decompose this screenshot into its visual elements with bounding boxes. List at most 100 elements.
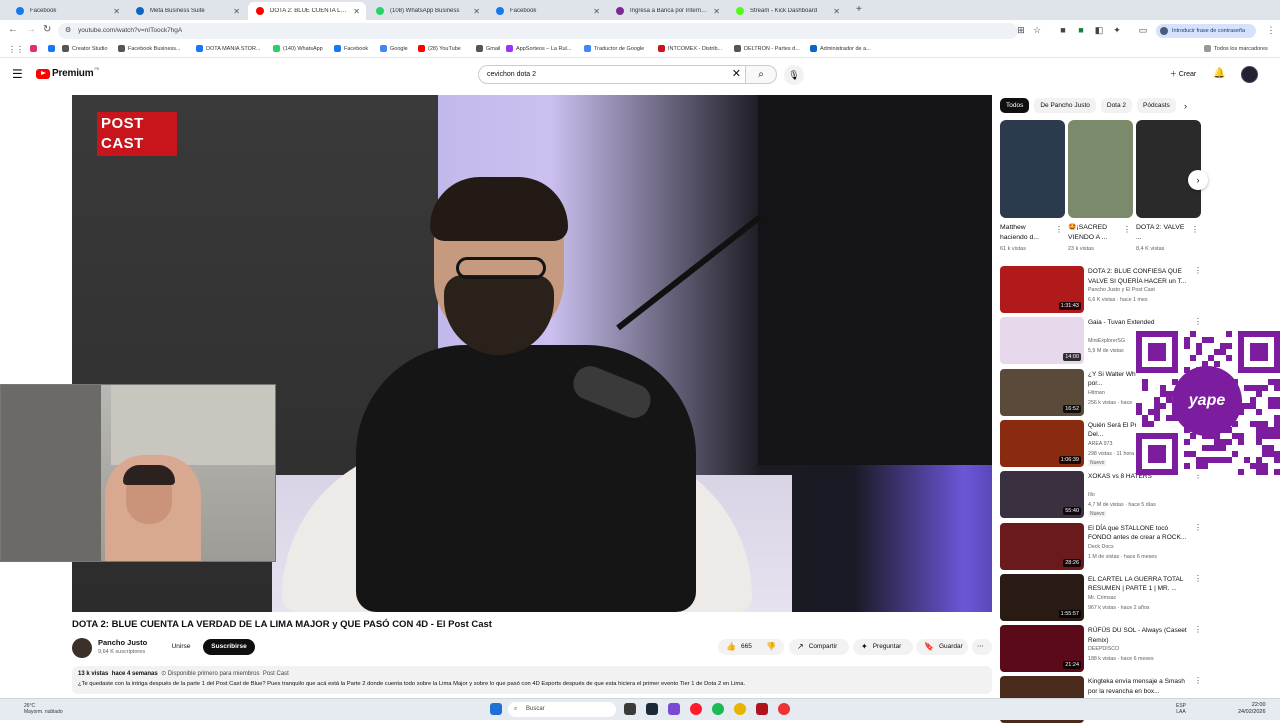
- more-actions-button[interactable]: ⋯: [972, 639, 992, 655]
- bookmark-item[interactable]: DELTRON - Partes d...: [734, 45, 800, 52]
- chrome-icon[interactable]: [734, 703, 746, 715]
- description-box[interactable]: 13 k vistas hace 4 semanas ⊙ Disponible …: [72, 666, 992, 694]
- rec-title[interactable]: Gaia - Tuvan Extended: [1088, 318, 1190, 328]
- opera-icon[interactable]: [690, 703, 702, 715]
- video-thumbnail[interactable]: 1:06:39: [1000, 419, 1084, 467]
- rec-channel[interactable]: Pancho Justo y El Post Cast: [1088, 287, 1155, 293]
- browser-tab[interactable]: (108) WhatsApp Business ✕: [368, 2, 486, 20]
- apps-grid-icon[interactable]: ⋮⋮: [8, 45, 24, 54]
- bookmark-item[interactable]: (140) WhatsApp: [273, 45, 323, 52]
- short-title[interactable]: Matthew haciendo d...: [1000, 223, 1054, 243]
- bookmark-item[interactable]: Creator Studio: [62, 45, 107, 52]
- short-more-icon[interactable]: ⋮: [1123, 225, 1131, 234]
- windows-start-icon[interactable]: [490, 703, 502, 715]
- bookmark-item[interactable]: Google: [380, 45, 408, 52]
- bookmark-star-icon[interactable]: ☆: [1032, 25, 1042, 35]
- reload-icon[interactable]: ↻: [43, 24, 51, 35]
- rec-title[interactable]: Kingteka envía mensaje a Smash por la re…: [1088, 677, 1190, 696]
- rec-channel[interactable]: Hitman: [1088, 390, 1105, 396]
- short-more-icon[interactable]: ⋮: [1191, 225, 1199, 234]
- weather-widget[interactable]: 26°C Mayorm. nublado: [24, 703, 63, 715]
- bookmark-item[interactable]: AppSorteos – La Rul...: [506, 45, 571, 52]
- video-thumbnail[interactable]: 28:26: [1000, 522, 1084, 570]
- save-button[interactable]: 🔖 Guardar: [916, 639, 968, 655]
- video-thumbnail[interactable]: 21:24: [1000, 625, 1084, 673]
- app-icon[interactable]: [756, 703, 768, 715]
- spotify-icon[interactable]: [712, 703, 724, 715]
- short-more-icon[interactable]: ⋮: [1055, 225, 1063, 234]
- all-bookmarks-link[interactable]: Todos los marcadores: [1204, 45, 1268, 52]
- extension-icon[interactable]: ◧: [1094, 25, 1104, 35]
- search-button[interactable]: ⌕: [745, 65, 777, 84]
- recommended-video[interactable]: 21:24 RÜFÜS DU SOL - Always (Caseet Remix…: [1000, 625, 1202, 673]
- menu-dots-icon[interactable]: ⋮: [1266, 25, 1276, 35]
- create-button[interactable]: ＋ Crear: [1162, 67, 1204, 83]
- bookmark-item[interactable]: DOTA MANIA STOR...: [196, 45, 261, 52]
- browser-tab[interactable]: Ingresa a Banca por Internet B... ✕: [608, 2, 726, 20]
- youtube-logo[interactable]: Premium PE: [36, 66, 100, 79]
- close-tab-icon[interactable]: ✕: [713, 7, 720, 16]
- recommended-video[interactable]: 28:26 El DÍA que STALLONE tocó FONDO ante…: [1000, 522, 1202, 571]
- chip-channel[interactable]: De Pancho Justo: [1034, 98, 1096, 113]
- new-tab-button[interactable]: +: [856, 4, 862, 15]
- video-thumbnail[interactable]: 55:40: [1000, 471, 1084, 519]
- bookmark-item[interactable]: INTCOMEX - Distrib...: [658, 45, 722, 52]
- url-field[interactable]: ⚙ youtube.com/watch?v=nIToock7hgA: [58, 23, 1018, 39]
- rec-channel[interactable]: Deck Docs: [1088, 544, 1114, 550]
- recommended-video[interactable]: 55:40 XOKAS vs 8 HATERS Illo 4,7 M de vista…: [1000, 471, 1202, 519]
- bookmark-item[interactable]: (28) YouTube: [418, 45, 461, 52]
- close-tab-icon[interactable]: ✕: [353, 7, 360, 16]
- install-app-icon[interactable]: ⊞: [1016, 25, 1026, 35]
- bookmark-item[interactable]: Facebook: [334, 45, 368, 52]
- rec-channel[interactable]: Illo: [1088, 492, 1095, 498]
- clear-search-icon[interactable]: ✕: [732, 66, 741, 83]
- recommended-video[interactable]: 1:31:43 DOTA 2: BLUE CONFIESA QUE VALVE S…: [1000, 266, 1202, 314]
- short-title[interactable]: 🤩¡SACRED VIENDO A ...: [1068, 223, 1122, 243]
- app-icon[interactable]: [668, 703, 680, 715]
- video-thumbnail[interactable]: 16:52: [1000, 368, 1084, 416]
- bookmark-item[interactable]: Facebook Business...: [118, 45, 181, 52]
- steam-icon[interactable]: [646, 703, 658, 715]
- join-button[interactable]: Unirse: [166, 639, 196, 655]
- chip-dota2[interactable]: Dota 2: [1100, 98, 1133, 113]
- rec-more-icon[interactable]: ⋮: [1194, 266, 1202, 275]
- notifications-bell-icon[interactable]: 🔔: [1213, 68, 1225, 79]
- search-input[interactable]: cevichon dota 2 ✕: [478, 65, 746, 84]
- share-button[interactable]: ↗ Compartir: [789, 639, 849, 655]
- rec-title[interactable]: DOTA 2: BLUE CONFIESA QUE VALVE SI QUERÍ…: [1088, 267, 1190, 286]
- rec-more-icon[interactable]: ⋮: [1194, 317, 1202, 326]
- video-thumbnail[interactable]: 14:00: [1000, 317, 1084, 365]
- app-icon[interactable]: [778, 703, 790, 715]
- rec-channel[interactable]: DEEPDISCO: [1088, 646, 1119, 652]
- browser-tab[interactable]: Facebook ✕: [8, 2, 126, 20]
- video-thumbnail[interactable]: 1:55:57: [1000, 573, 1084, 621]
- taskbar-search[interactable]: ⌕ Buscar: [508, 702, 616, 717]
- browser-tab[interactable]: DOTA 2: BLUE CUENTA LA V... ✕: [248, 2, 366, 20]
- rec-channel[interactable]: AREA 973: [1088, 441, 1112, 447]
- forward-icon[interactable]: →: [26, 24, 36, 35]
- short-title[interactable]: DOTA 2: VALVE ...: [1136, 223, 1190, 243]
- subscribe-button[interactable]: Suscribirse: [203, 639, 255, 655]
- bookmark-item[interactable]: Administrador de a...: [810, 45, 871, 52]
- short-thumbnail[interactable]: [1068, 120, 1133, 218]
- short-thumbnail[interactable]: [1136, 120, 1201, 218]
- browser-tab[interactable]: Meta Business Suite ✕: [128, 2, 246, 20]
- video-thumbnail[interactable]: 1:31:43: [1000, 266, 1084, 313]
- close-tab-icon[interactable]: ✕: [833, 7, 840, 16]
- rec-more-icon[interactable]: ⋮: [1194, 676, 1202, 685]
- rec-title[interactable]: RÜFÜS DU SOL - Always (Caseet Remix): [1088, 626, 1190, 645]
- task-view-icon[interactable]: [624, 703, 636, 715]
- channel-avatar[interactable]: [72, 638, 92, 658]
- browser-tab[interactable]: Stream - Kick Dashboard ✕: [728, 2, 846, 20]
- close-tab-icon[interactable]: ✕: [593, 7, 600, 16]
- voice-search-button[interactable]: 🎙: [784, 65, 804, 85]
- ask-button[interactable]: ✦ Preguntar: [853, 639, 913, 655]
- video-tag[interactable]: Post Cast: [263, 671, 289, 677]
- extension-icon[interactable]: ■: [1076, 25, 1086, 35]
- rec-channel[interactable]: Mr. Crimsac: [1088, 595, 1116, 601]
- site-info-icon[interactable]: ⚙: [65, 23, 71, 39]
- account-avatar[interactable]: [1241, 66, 1258, 83]
- close-tab-icon[interactable]: ✕: [233, 7, 240, 16]
- sync-passphrase-button[interactable]: Introducir frase de contraseña: [1156, 24, 1256, 38]
- bookmark-item[interactable]: Gmail: [476, 45, 500, 52]
